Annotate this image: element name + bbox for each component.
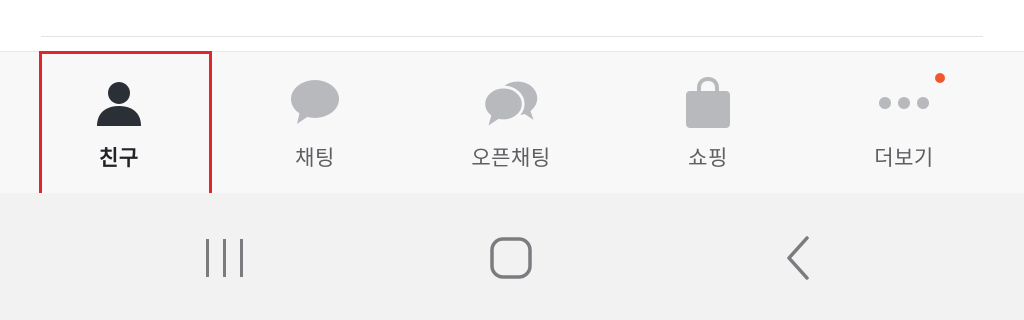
bottom-tab-bar: 친구 채팅 오픈채팅 쇼핑 더보기 [0, 51, 1024, 193]
tab-chats[interactable]: 채팅 [235, 52, 395, 193]
recent-apps-icon [206, 239, 243, 277]
home-button[interactable] [481, 229, 541, 289]
app-screen: 친구 채팅 오픈채팅 쇼핑 더보기 [0, 0, 1024, 320]
home-icon [490, 237, 532, 279]
content-area [0, 0, 1024, 51]
tab-more-label: 더보기 [874, 146, 934, 170]
tab-openchat[interactable]: 오픈채팅 [431, 52, 591, 193]
system-navigation-bar [0, 193, 1024, 320]
back-button[interactable] [769, 229, 829, 289]
chat-bubble-icon [285, 76, 345, 130]
open-chat-icon [481, 76, 541, 130]
tab-openchat-label: 오픈채팅 [471, 146, 551, 170]
content-divider [41, 36, 983, 37]
notification-badge [935, 73, 945, 83]
tab-chats-label: 채팅 [295, 146, 335, 170]
tab-shopping-label: 쇼핑 [688, 146, 728, 170]
recent-apps-button[interactable] [195, 229, 255, 289]
shopping-bag-icon [678, 76, 738, 130]
tab-friends-label: 친구 [99, 146, 139, 170]
person-icon [89, 76, 149, 130]
tab-shopping[interactable]: 쇼핑 [628, 52, 788, 193]
back-icon [787, 236, 809, 280]
tab-more[interactable]: 더보기 [824, 52, 984, 193]
tab-friends[interactable]: 친구 [39, 52, 199, 193]
more-dots-icon [874, 76, 934, 130]
